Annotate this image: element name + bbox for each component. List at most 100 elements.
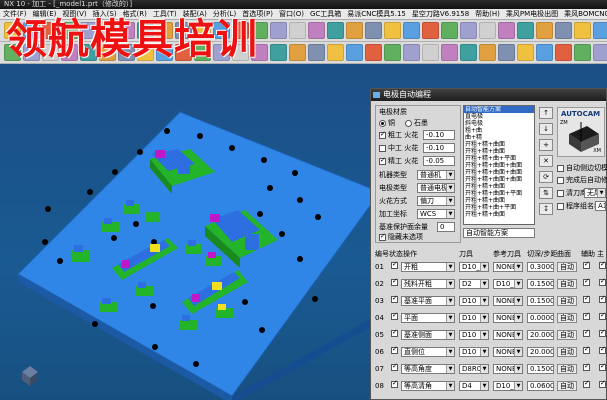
- menu-item[interactable]: 装配(A): [180, 9, 210, 19]
- row-ref-tool-select[interactable]: NONE: [493, 313, 523, 323]
- row-aux-checkbox[interactable]: [583, 345, 590, 354]
- program-name-field[interactable]: A1: [595, 201, 606, 211]
- menu-item[interactable]: GC工具箱: [307, 9, 344, 19]
- toolbar-button-icon[interactable]: [384, 44, 401, 61]
- rough-spark-field[interactable]: -0.10: [423, 130, 455, 140]
- row-step-field[interactable]: 0.0600: [527, 381, 554, 391]
- row-tool-select[interactable]: D4: [459, 381, 489, 391]
- template-side-button[interactable]: ⇅: [539, 187, 553, 199]
- template-list-item[interactable]: 开粗+精+曲面+曲面: [464, 176, 534, 183]
- toolbar-button-icon[interactable]: [99, 22, 116, 39]
- toolbar-button-icon[interactable]: [574, 22, 591, 39]
- template-list-item[interactable]: 开粗+精+曲面+平面: [464, 190, 534, 197]
- toolbar-button-icon[interactable]: [574, 44, 591, 61]
- row-main-checkbox[interactable]: [599, 362, 606, 371]
- template-list-item[interactable]: 开粗+精+曲面: [464, 148, 534, 155]
- template-list-item[interactable]: 自动智能方案: [464, 106, 534, 113]
- semi-checkbox[interactable]: [379, 145, 386, 152]
- toolbar-button-icon[interactable]: [289, 22, 306, 39]
- toolbar-button-icon[interactable]: [479, 44, 496, 61]
- row-main-checkbox[interactable]: [599, 379, 606, 388]
- toolbar-button-icon[interactable]: [422, 22, 439, 39]
- toolbar-button-icon[interactable]: [593, 44, 607, 61]
- template-side-button[interactable]: ↑: [539, 107, 553, 119]
- menu-item[interactable]: 星空刀路V6.9158: [409, 9, 472, 19]
- row-ref-tool-select[interactable]: D10_R: [493, 381, 523, 391]
- template-list-item[interactable]: 斜电极: [464, 120, 534, 127]
- template-list-item[interactable]: 开粗+精+曲面: [464, 211, 534, 218]
- menu-item[interactable]: 首选项(P): [239, 9, 276, 19]
- row-main-checkbox[interactable]: [599, 328, 606, 337]
- toolbar-button-icon[interactable]: [4, 44, 21, 61]
- toolbar-button-icon[interactable]: [327, 22, 344, 39]
- toolbar-button-icon[interactable]: [118, 22, 135, 39]
- toolbar-button-icon[interactable]: [156, 44, 173, 61]
- row-ref-tool-select[interactable]: NONE: [493, 364, 523, 374]
- toolbar-button-icon[interactable]: [346, 44, 363, 61]
- finish-checkbox[interactable]: [379, 156, 386, 165]
- toolbar-button-icon[interactable]: [422, 44, 439, 61]
- toolbar-button-icon[interactable]: [194, 44, 211, 61]
- row-aux-checkbox[interactable]: [583, 328, 590, 337]
- toolbar-button-icon[interactable]: [460, 22, 477, 39]
- row-surface-button[interactable]: 自动: [557, 279, 577, 289]
- spark-mode-select[interactable]: 偏刀: [417, 196, 455, 206]
- toolbar-button-icon[interactable]: [517, 22, 534, 39]
- row-tool-select[interactable]: D8R0.5: [459, 364, 489, 374]
- row-surface-button[interactable]: 自动: [557, 364, 577, 374]
- auto-side-checkbox[interactable]: [557, 165, 564, 172]
- menu-item[interactable]: 格式(R): [120, 9, 150, 19]
- row-enabled-checkbox[interactable]: [391, 294, 398, 303]
- toolbar-button-icon[interactable]: [441, 44, 458, 61]
- row-enabled-checkbox[interactable]: [391, 277, 398, 286]
- row-ref-tool-select[interactable]: D10_R: [493, 279, 523, 289]
- toolbar-button-icon[interactable]: [308, 22, 325, 39]
- row-ref-tool-select[interactable]: NONE: [493, 330, 523, 340]
- machine-type-select[interactable]: 普通机: [417, 170, 455, 180]
- row-ref-tool-select[interactable]: NONE: [493, 296, 523, 306]
- row-step-field[interactable]: 0.1500: [527, 296, 554, 306]
- row-operation-select[interactable]: 等高角度: [401, 364, 455, 374]
- toolbar-button-icon[interactable]: [593, 22, 607, 39]
- row-tool-select[interactable]: D10_R: [459, 262, 489, 272]
- toolbar-button-icon[interactable]: [232, 44, 249, 61]
- toolbar-button-icon[interactable]: [23, 44, 40, 61]
- template-list-item[interactable]: 开粗+精+曲面: [464, 197, 534, 204]
- toolbar-button-icon[interactable]: [61, 44, 78, 61]
- table-row[interactable]: 06 直侧位 D10 NONE 20.000自动: [375, 345, 606, 358]
- rough-checkbox[interactable]: [379, 130, 386, 139]
- toolbar-button-icon[interactable]: [536, 22, 553, 39]
- program-name-checkbox[interactable]: [557, 203, 564, 210]
- table-row[interactable]: 02 残料开粗 D2 D10_R 0.1500自动: [375, 277, 606, 290]
- toolbar-button-icon[interactable]: [270, 22, 287, 39]
- template-list-item[interactable]: 直电极: [464, 113, 534, 120]
- auto-modify-checkbox[interactable]: [557, 177, 564, 184]
- row-surface-button[interactable]: 自动: [557, 381, 577, 391]
- row-aux-checkbox[interactable]: [583, 362, 590, 371]
- row-main-checkbox[interactable]: [599, 277, 606, 286]
- toolbar-button-icon[interactable]: [270, 44, 287, 61]
- row-surface-button[interactable]: 自动: [557, 330, 577, 340]
- toolbar-button-icon[interactable]: [42, 44, 59, 61]
- row-main-checkbox[interactable]: [599, 260, 606, 269]
- row-aux-checkbox[interactable]: [583, 277, 590, 286]
- hide-unselected-checkbox[interactable]: [379, 232, 386, 241]
- row-enabled-checkbox[interactable]: [391, 379, 398, 388]
- row-step-field[interactable]: 0.0000: [527, 313, 554, 323]
- table-row[interactable]: 04 平面 D10 NONE 0.0000自动: [375, 311, 606, 324]
- menu-item[interactable]: 工具(T): [150, 9, 180, 19]
- row-ref-tool-select[interactable]: NONE: [493, 262, 523, 272]
- row-operation-select[interactable]: 基准平面: [401, 296, 455, 306]
- toolbar-button-icon[interactable]: [213, 44, 230, 61]
- table-row[interactable]: 03 基准平面 D10 NONE 0.1500自动: [375, 294, 606, 307]
- template-list-item[interactable]: 粗+曲: [464, 127, 534, 134]
- template-name-field[interactable]: 自动智能方案: [463, 228, 535, 238]
- toolbar-button-icon[interactable]: [365, 22, 382, 39]
- row-operation-select[interactable]: 等高清角: [401, 381, 455, 391]
- row-step-field[interactable]: 0.1500: [527, 364, 554, 374]
- toolbar-button-icon[interactable]: [555, 44, 572, 61]
- row-main-checkbox[interactable]: [599, 345, 606, 354]
- table-row[interactable]: 07 等高角度 D8R0.5 NONE 0.1500自动: [375, 362, 606, 375]
- row-tool-select[interactable]: D10: [459, 347, 489, 357]
- row-aux-checkbox[interactable]: [583, 379, 590, 388]
